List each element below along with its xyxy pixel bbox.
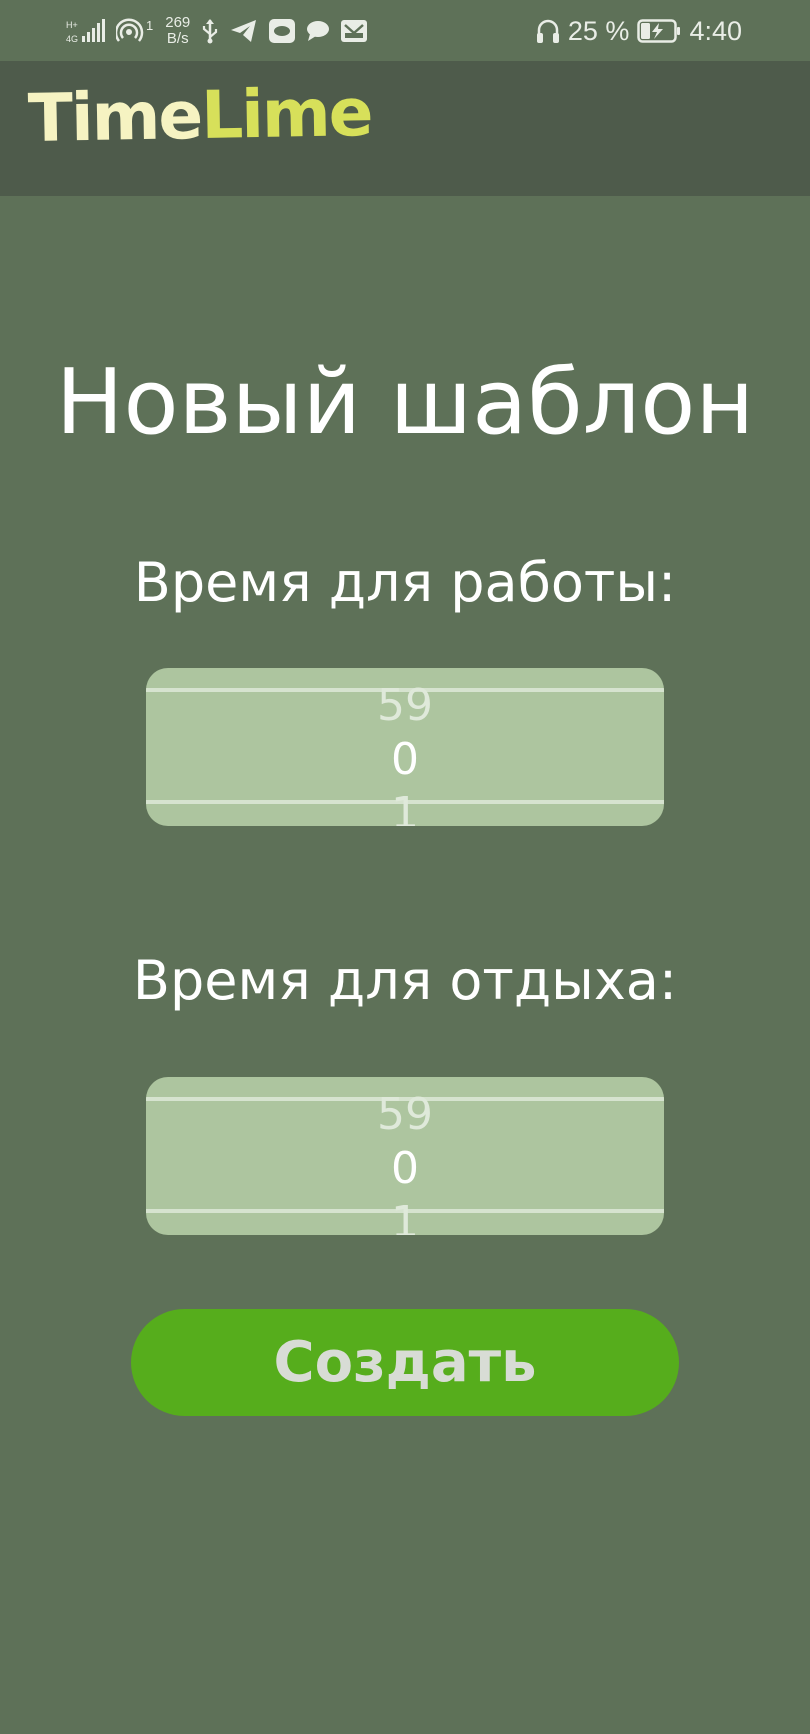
work-picker-current-value[interactable]: 0 [146,738,664,782]
create-button[interactable]: Создать [131,1309,679,1416]
network-speed-unit: B/s [166,30,189,47]
chat-icon [306,19,330,43]
mail-icon [340,19,368,43]
rest-picker-current-value[interactable]: 0 [146,1147,664,1191]
svg-text:4G: 4G [66,34,78,44]
rest-picker-next-value[interactable]: 1 [146,1201,664,1236]
app-logo: TimeLime [27,74,372,157]
battery-percent: 25 % [567,15,630,46]
telegram-icon [230,19,258,43]
work-time-picker[interactable]: 59 0 1 [146,668,664,826]
hotspot-count: 1 [146,17,154,33]
logo-lime: Lime [200,74,373,154]
cellular-signal-icon: H+ 4G [66,18,106,44]
app-notification-icon [268,18,296,44]
work-time-label: Время для работы: [133,551,677,614]
network-speed-value: 269 [165,14,191,31]
app-bar: TimeLime [0,61,810,196]
rest-time-label: Время для отдыха: [132,949,678,1012]
headphones-icon [536,18,560,44]
work-picker-next-value[interactable]: 1 [146,792,664,827]
clock: 4:40 [689,15,742,46]
work-picker-prev-value[interactable]: 59 [146,684,664,728]
status-bar-left: H+ 4G 1 269 B/s [66,14,368,48]
logo-time: Time [27,76,202,157]
svg-text:H+: H+ [66,20,78,30]
hotspot-icon: 1 [116,17,153,45]
status-bar-right: 25 % 4:40 [536,14,742,48]
page-title: Новый шаблон [55,350,755,455]
usb-icon [200,17,220,45]
rest-time-picker[interactable]: 59 0 1 [146,1077,664,1235]
status-bar: H+ 4G 1 269 B/s 25 % 4:40 [0,0,810,60]
network-speed: 269 B/s [165,15,190,47]
rest-picker-prev-value[interactable]: 59 [146,1093,664,1137]
battery-charging-icon [637,18,681,44]
